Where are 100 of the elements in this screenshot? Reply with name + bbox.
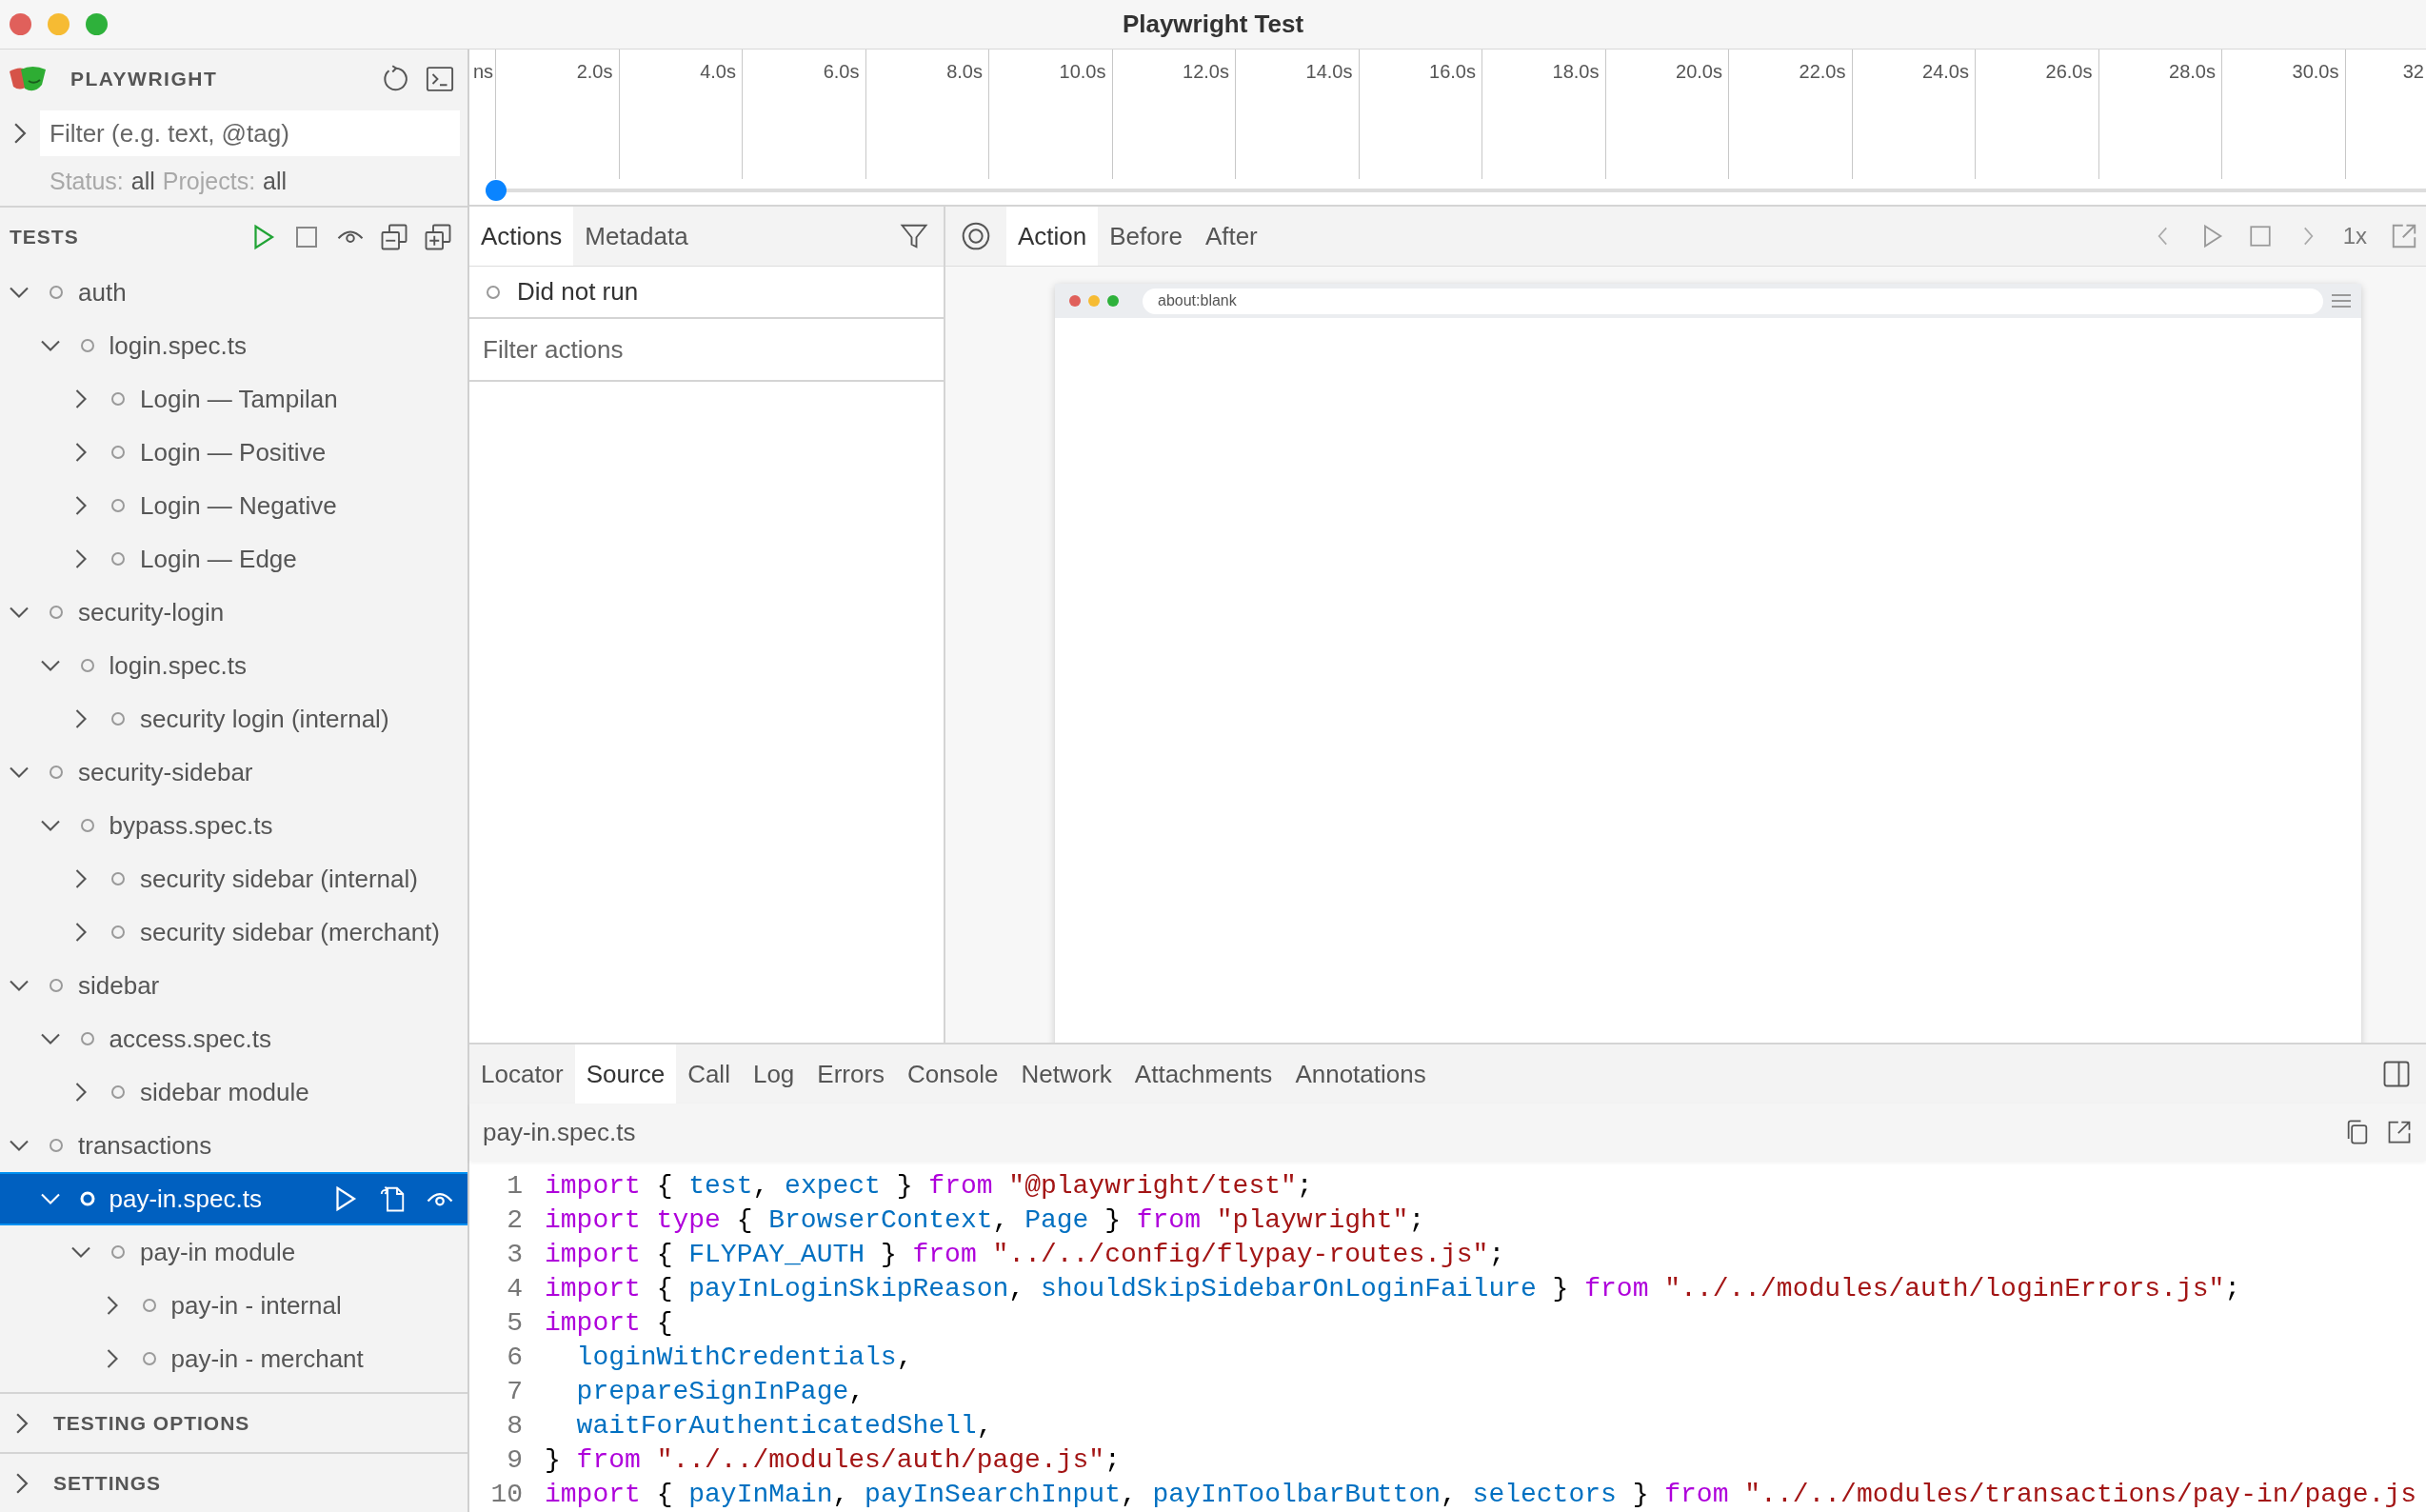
- collapse-all-icon[interactable]: [380, 222, 408, 251]
- tree-item[interactable]: Login — Negative: [0, 479, 467, 532]
- status-circle-icon: [109, 497, 127, 514]
- tree-item[interactable]: login.spec.ts: [0, 639, 467, 692]
- time-label: 12.0s: [1183, 61, 1229, 82]
- filter-field[interactable]: Filter (e.g. text, @tag): [40, 110, 460, 156]
- status-circle-icon: [109, 1243, 127, 1261]
- section-header[interactable]: SETTINGS: [0, 1452, 467, 1512]
- time-label: 30.0s: [2292, 61, 2339, 82]
- projects-value[interactable]: all: [263, 164, 288, 200]
- tree-item[interactable]: sidebar: [0, 959, 467, 1012]
- line-number: 1: [506, 1170, 523, 1201]
- external-link-icon[interactable]: [2386, 1119, 2413, 1145]
- time-label: 6.0s: [823, 61, 860, 82]
- tree-item[interactable]: security-sidebar: [0, 746, 467, 799]
- tree-item[interactable]: bypass.spec.ts: [0, 799, 467, 852]
- tab[interactable]: Actions: [469, 207, 574, 266]
- file-arrow-icon[interactable]: [378, 1184, 407, 1213]
- line-number: 10: [489, 1479, 523, 1509]
- section-header[interactable]: TESTING OPTIONS: [0, 1392, 467, 1452]
- stop-icon[interactable]: [2247, 224, 2273, 249]
- expand-all-icon[interactable]: [424, 222, 452, 251]
- line-number: 4: [506, 1273, 523, 1303]
- tree-item-label: sidebar: [78, 969, 160, 1002]
- time-label: 32: [2402, 61, 2424, 82]
- tree-item[interactable]: access.spec.ts: [0, 1012, 467, 1065]
- target-icon[interactable]: [961, 221, 991, 251]
- tab[interactable]: Errors: [805, 1044, 897, 1104]
- status-circle-icon: [109, 870, 127, 887]
- projects-label: Projects:: [162, 167, 256, 197]
- split-panel-icon[interactable]: [2382, 1060, 2411, 1088]
- tab[interactable]: Metadata: [573, 207, 700, 266]
- time-label: 2.0s: [576, 61, 613, 82]
- time-label: 16.0s: [1429, 61, 1476, 82]
- tree-item[interactable]: security sidebar (internal): [0, 852, 467, 905]
- tree-item[interactable]: pay-in - internal: [0, 1279, 467, 1332]
- status-circle-icon: [48, 604, 65, 621]
- reload-icon[interactable]: [382, 65, 410, 93]
- tree-item[interactable]: Login — Positive: [0, 426, 467, 479]
- code-line: import { FLYPAY_AUTH } from "../../config/flypay-routes.js";: [545, 1239, 1505, 1269]
- tree-item-label: Login — Tampilan: [140, 383, 338, 415]
- tab[interactable]: Action: [1006, 207, 1099, 266]
- status-circle-icon: [109, 710, 127, 727]
- time-label: 10.0s: [1059, 61, 1106, 82]
- code-line: import { test, expect } from "@playwright/test";: [545, 1170, 1313, 1201]
- status-value[interactable]: all: [130, 164, 155, 200]
- filter-icon[interactable]: [900, 222, 928, 250]
- close-window-button[interactable]: [10, 13, 31, 35]
- line-number: 2: [506, 1204, 523, 1235]
- line-number: 7: [506, 1376, 523, 1406]
- status-circle-icon: [78, 337, 96, 354]
- tab[interactable]: Network: [1009, 1044, 1124, 1104]
- tree-item[interactable]: transactions: [0, 1119, 467, 1172]
- time-label: 26.0s: [2045, 61, 2093, 82]
- tree-item[interactable]: security sidebar (merchant): [0, 905, 467, 959]
- code-line: import {: [545, 1307, 673, 1338]
- section-title: TESTING OPTIONS: [53, 1410, 250, 1436]
- tab[interactable]: Source: [574, 1044, 677, 1104]
- tree-item-label: Login — Negative: [140, 489, 337, 522]
- tab[interactable]: Console: [896, 1044, 1010, 1104]
- tree-item[interactable]: security-login: [0, 586, 467, 639]
- code-line: } from "../../modules/auth/page.js";: [545, 1444, 1121, 1475]
- zoom-window-button[interactable]: [86, 13, 108, 35]
- tab[interactable]: Annotations: [1283, 1044, 1438, 1104]
- tree-item-label: access.spec.ts: [109, 1023, 271, 1055]
- code-line: waitForAuthenticatedShell,: [575, 1410, 993, 1441]
- timeline[interactable]: ns 2.0s 4.0s 6.0s 8.0s 10.0s 12.0s 14.0s 16.0s 18.0s 20.0s 22.0s 24.0s 26.0s 28.0s 30.0s 32: [469, 50, 2426, 207]
- tree-item[interactable]: Login — Edge: [0, 532, 467, 586]
- file-name: pay-in.spec.ts: [483, 1116, 636, 1148]
- tab[interactable]: Log: [741, 1044, 806, 1104]
- tree-item[interactable]: pay-in - merchant: [0, 1332, 467, 1385]
- tree-item-label: security-sidebar: [78, 756, 253, 788]
- tab[interactable]: Call: [676, 1044, 742, 1104]
- timeline-handle[interactable]: [486, 180, 507, 201]
- tree-item-label: login.spec.ts: [109, 329, 248, 362]
- time-label: 24.0s: [1922, 61, 1969, 82]
- time-label: ns: [472, 61, 493, 82]
- tree-item[interactable]: login.spec.ts: [0, 319, 467, 372]
- tab[interactable]: Before: [1098, 207, 1194, 266]
- tab[interactable]: Attachments: [1123, 1044, 1284, 1104]
- window-title: Playwright Test: [1122, 9, 1304, 40]
- tab[interactable]: After: [1193, 207, 1269, 266]
- speed-button[interactable]: 1x: [2342, 219, 2367, 253]
- status-circle-icon: [109, 390, 127, 408]
- tab[interactable]: Locator: [469, 1044, 575, 1104]
- tree-item[interactable]: pay-in module: [0, 1225, 467, 1279]
- tree-item[interactable]: security login (internal): [0, 692, 467, 746]
- status-circle-icon: [48, 1137, 65, 1154]
- terminal-icon[interactable]: [426, 65, 454, 93]
- status-label: Status:: [50, 167, 124, 197]
- time-label: 18.0s: [1552, 61, 1600, 82]
- address-bar[interactable]: about:blank: [1143, 288, 2323, 314]
- status-circle-icon: [485, 283, 502, 301]
- status-circle-icon: [48, 284, 65, 301]
- tree-item[interactable]: auth: [0, 266, 467, 319]
- tree-item-label: bypass.spec.ts: [109, 809, 273, 842]
- tree-item[interactable]: pay-in.spec.ts: [0, 1172, 467, 1225]
- status-circle-icon: [109, 444, 127, 461]
- tree-item[interactable]: sidebar module: [0, 1065, 467, 1119]
- tree-item[interactable]: Login — Tampilan: [0, 372, 467, 426]
